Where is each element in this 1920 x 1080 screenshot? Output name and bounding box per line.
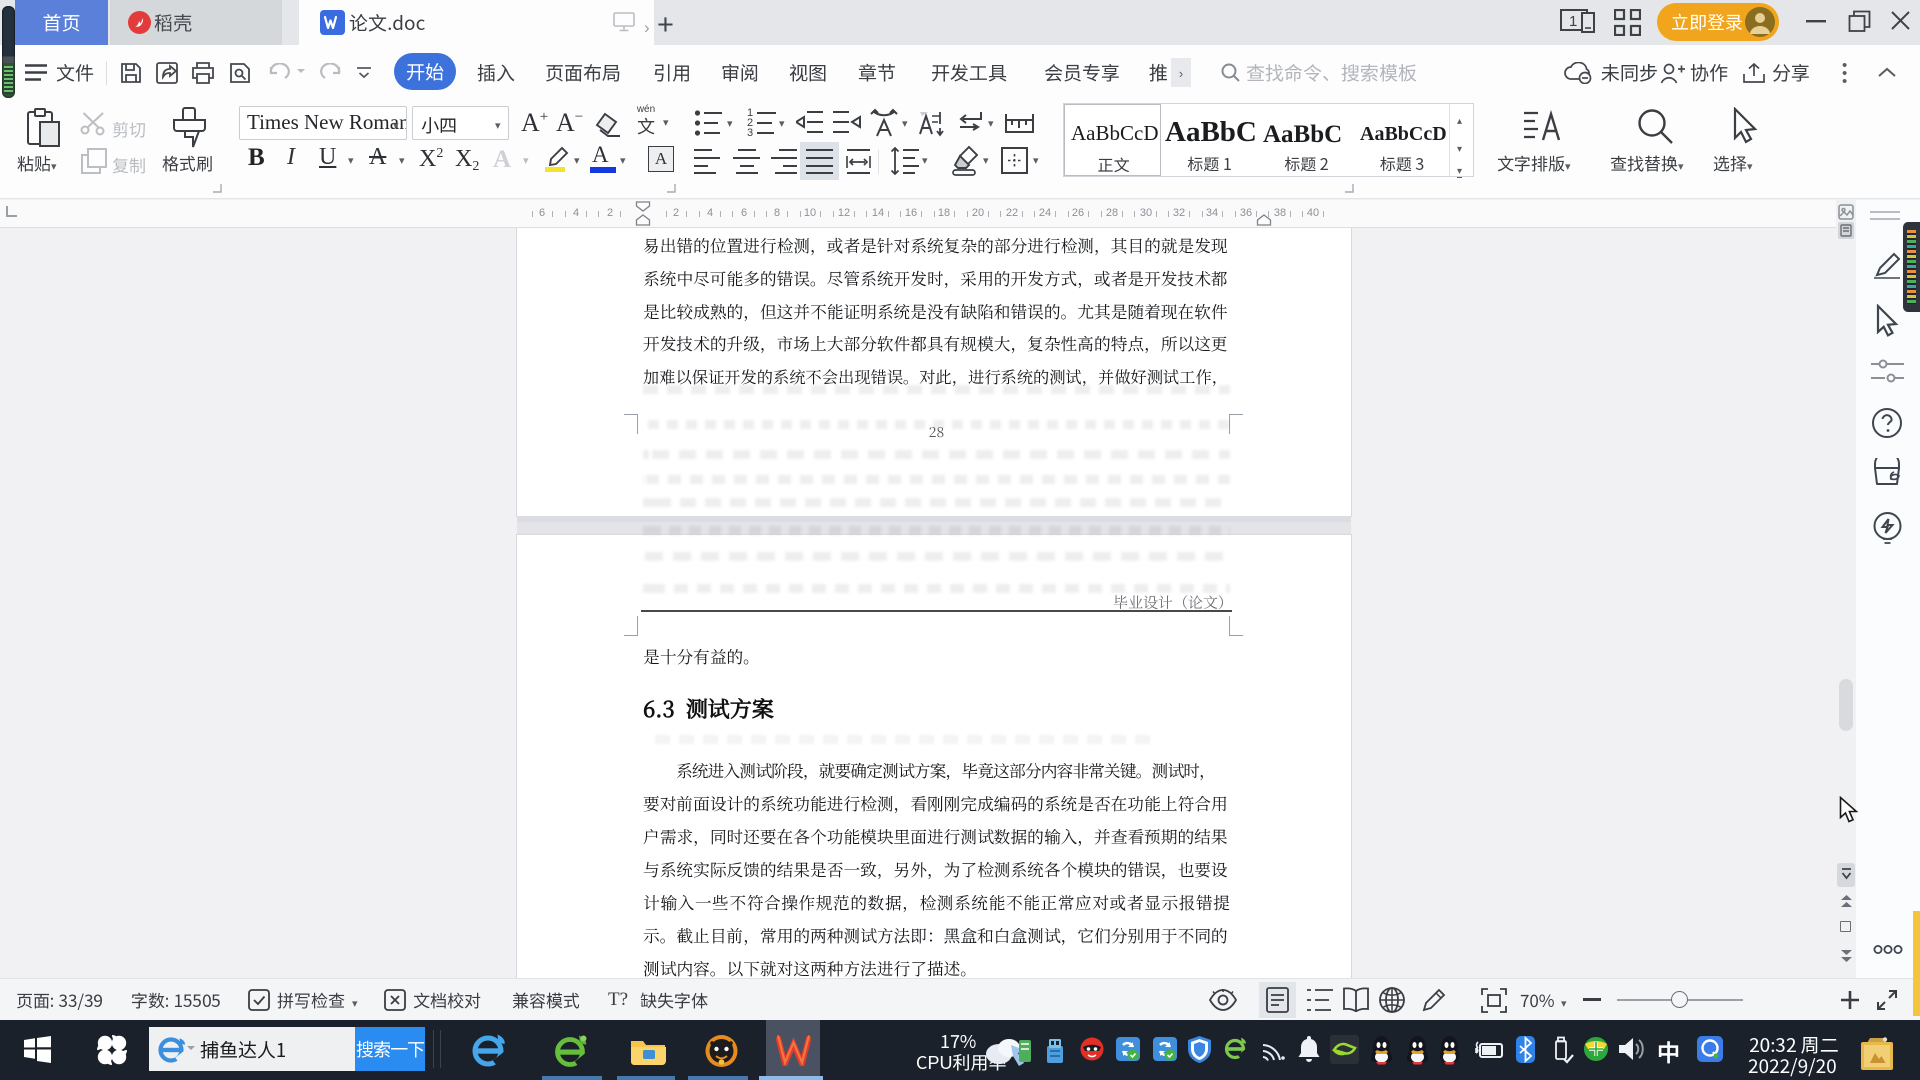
svg-text:1: 1 [1569,13,1577,30]
